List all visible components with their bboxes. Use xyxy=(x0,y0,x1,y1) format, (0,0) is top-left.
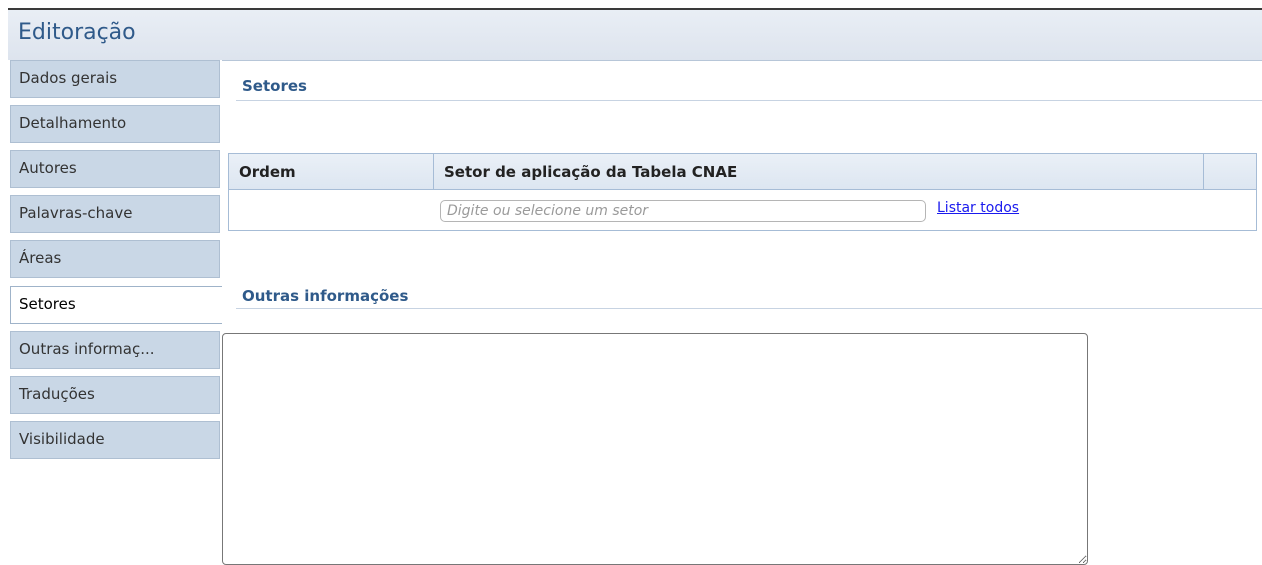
sidebar-item-label: Traduções xyxy=(19,385,95,403)
sidebar-item-visibilidade[interactable]: Visibilidade xyxy=(10,421,220,459)
main-panel: Setores Ordem Setor de aplicação da Tabe… xyxy=(222,60,1262,565)
window-title: Editoração xyxy=(18,20,136,45)
setor-search-input[interactable] xyxy=(440,200,926,222)
section-title-outras-informacoes: Outras informações xyxy=(242,287,409,305)
section-divider xyxy=(236,100,1262,101)
title-bar: Editoração xyxy=(8,8,1262,60)
sidebar-item-palavras-chave[interactable]: Palavras-chave xyxy=(10,195,220,233)
window: Editoração Dados gerais Detalhamento Aut… xyxy=(0,0,1262,565)
column-header-label: Setor de aplicação da Tabela CNAE xyxy=(444,163,738,181)
sidebar-item-traducoes[interactable]: Traduções xyxy=(10,376,220,414)
sidebar-item-setores[interactable]: Setores xyxy=(10,286,222,324)
column-header-label: Ordem xyxy=(239,163,296,181)
sidebar-item-label: Áreas xyxy=(19,249,62,267)
column-header-setor[interactable]: Setor de aplicação da Tabela CNAE xyxy=(434,154,1204,189)
section-divider xyxy=(236,308,1262,309)
sidebar-item-label: Outras informaç... xyxy=(19,340,155,358)
sidebar-item-outras-informacoes[interactable]: Outras informaç... xyxy=(10,331,220,369)
sidebar: Dados gerais Detalhamento Autores Palavr… xyxy=(8,60,222,565)
listar-todos-link[interactable]: Listar todos xyxy=(937,200,1019,216)
sidebar-item-label: Palavras-chave xyxy=(19,204,133,222)
sidebar-item-label: Autores xyxy=(19,159,77,177)
column-header-actions xyxy=(1204,154,1256,189)
sidebar-item-label: Dados gerais xyxy=(19,69,118,87)
sidebar-item-autores[interactable]: Autores xyxy=(10,150,220,188)
table-header: Ordem Setor de aplicação da Tabela CNAE xyxy=(229,154,1256,190)
column-header-ordem[interactable]: Ordem xyxy=(229,154,434,189)
sidebar-item-detalhamento[interactable]: Detalhamento xyxy=(10,105,220,143)
sidebar-item-label: Detalhamento xyxy=(19,114,127,132)
sidebar-item-areas[interactable]: Áreas xyxy=(10,240,220,278)
sidebar-item-label: Visibilidade xyxy=(19,430,105,448)
sidebar-item-dados-gerais[interactable]: Dados gerais xyxy=(10,60,220,98)
section-title-setores: Setores xyxy=(242,77,307,95)
setores-table: Ordem Setor de aplicação da Tabela CNAE … xyxy=(228,153,1257,231)
outras-informacoes-textarea[interactable] xyxy=(222,333,1088,565)
sidebar-item-label: Setores xyxy=(19,295,76,313)
